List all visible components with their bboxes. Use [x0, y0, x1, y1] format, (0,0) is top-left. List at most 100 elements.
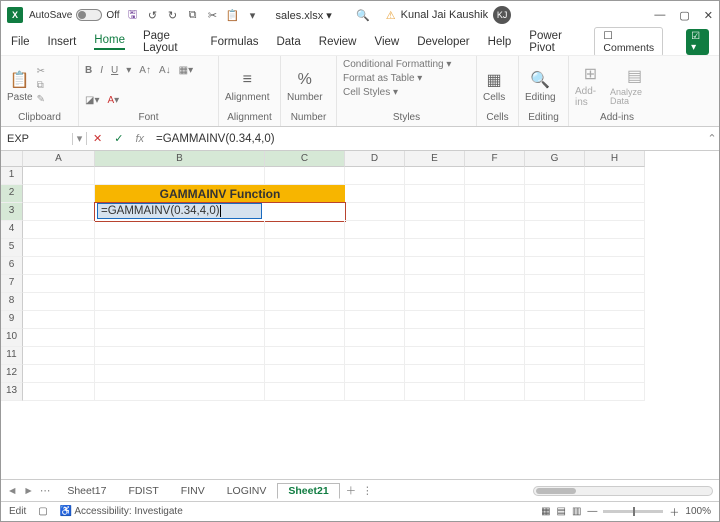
cell[interactable]	[265, 275, 345, 293]
tab-insert[interactable]: Insert	[48, 36, 77, 48]
alignment-button[interactable]: ≡ Alignment	[225, 69, 269, 103]
zoom-out-icon[interactable]: —	[587, 506, 597, 517]
row-header[interactable]: 4	[1, 221, 23, 239]
cell[interactable]	[525, 221, 585, 239]
cell[interactable]	[95, 293, 265, 311]
tab-file[interactable]: File	[11, 36, 30, 48]
cell[interactable]	[23, 203, 95, 221]
cell[interactable]	[525, 311, 585, 329]
cell[interactable]	[405, 329, 465, 347]
cell[interactable]	[525, 167, 585, 185]
row-header[interactable]: 7	[1, 275, 23, 293]
cell[interactable]	[585, 365, 645, 383]
fx-icon[interactable]: fx	[129, 133, 150, 145]
cell[interactable]	[345, 365, 405, 383]
cell[interactable]	[265, 365, 345, 383]
horizontal-scrollbar[interactable]	[533, 486, 713, 496]
font-size-up-icon[interactable]: A↑	[139, 65, 151, 76]
italic-icon[interactable]: I	[100, 65, 103, 76]
view-normal-icon[interactable]: ▦	[541, 506, 550, 517]
cell[interactable]	[23, 221, 95, 239]
cell[interactable]	[465, 203, 525, 221]
enter-icon[interactable]: ✓	[108, 132, 129, 145]
expand-formula-bar-icon[interactable]: ⌃	[705, 132, 719, 145]
zoom-slider[interactable]	[603, 510, 663, 513]
column-header[interactable]: F	[465, 151, 525, 167]
worksheet-grid[interactable]: ABCDEFGH12GAMMAINV Function3=GAMMAINV(0.…	[1, 151, 719, 479]
addins-button[interactable]: ⊞ Add-ins	[575, 63, 606, 108]
cell[interactable]	[345, 185, 405, 203]
cell[interactable]	[585, 221, 645, 239]
cell[interactable]	[585, 347, 645, 365]
cell[interactable]	[265, 329, 345, 347]
conditional-formatting-button[interactable]: Conditional Formatting ▾	[343, 59, 451, 70]
column-header[interactable]: H	[585, 151, 645, 167]
copy-icon[interactable]: ⧉	[186, 8, 200, 22]
cell[interactable]	[265, 293, 345, 311]
cell[interactable]	[345, 383, 405, 401]
cell[interactable]	[95, 167, 265, 185]
cell[interactable]	[585, 203, 645, 221]
tab-formulas[interactable]: Formulas	[211, 36, 259, 48]
cell[interactable]	[345, 347, 405, 365]
border-icon[interactable]: ▦▾	[179, 65, 193, 76]
cell[interactable]	[465, 311, 525, 329]
cell[interactable]	[405, 365, 465, 383]
cell[interactable]	[265, 383, 345, 401]
cell[interactable]	[525, 293, 585, 311]
sheet-tab[interactable]: Sheet21	[277, 483, 339, 499]
bold-icon[interactable]: B	[85, 65, 92, 76]
cell[interactable]	[265, 167, 345, 185]
cell[interactable]	[465, 221, 525, 239]
cell[interactable]	[95, 311, 265, 329]
cell[interactable]	[585, 185, 645, 203]
cell[interactable]	[345, 329, 405, 347]
cell[interactable]	[585, 329, 645, 347]
cell[interactable]	[95, 257, 265, 275]
cell[interactable]	[95, 221, 265, 239]
column-header[interactable]: B	[95, 151, 265, 167]
zoom-level[interactable]: 100%	[685, 506, 711, 517]
cell[interactable]	[23, 383, 95, 401]
cell[interactable]	[265, 257, 345, 275]
active-cell-editor[interactable]: =GAMMAINV(0.34,4,0)	[97, 203, 262, 219]
column-header[interactable]: D	[345, 151, 405, 167]
cell[interactable]	[465, 257, 525, 275]
sheet-tab[interactable]: LOGINV	[216, 483, 278, 499]
tab-home[interactable]: Home	[94, 34, 125, 50]
cell[interactable]	[265, 221, 345, 239]
row-header[interactable]: 12	[1, 365, 23, 383]
minimize-icon[interactable]: —	[654, 9, 665, 22]
cell[interactable]	[95, 347, 265, 365]
tab-power-pivot[interactable]: Power Pivot	[529, 30, 576, 54]
cell[interactable]	[95, 365, 265, 383]
cell[interactable]	[465, 185, 525, 203]
cell[interactable]	[585, 167, 645, 185]
cell[interactable]	[345, 167, 405, 185]
number-button[interactable]: % Number	[287, 69, 323, 103]
cell[interactable]	[405, 203, 465, 221]
font-color-icon[interactable]: A▾	[107, 95, 119, 106]
cancel-icon[interactable]: ✕	[87, 132, 108, 145]
cell[interactable]	[345, 293, 405, 311]
cell[interactable]	[585, 239, 645, 257]
cell[interactable]	[525, 185, 585, 203]
sheet-tab[interactable]: FDIST	[117, 483, 169, 499]
row-header[interactable]: 5	[1, 239, 23, 257]
cell[interactable]	[405, 221, 465, 239]
cell[interactable]	[465, 347, 525, 365]
sheet-tab[interactable]: Sheet17	[56, 483, 117, 499]
name-box-dropdown-icon[interactable]: ▾	[73, 132, 87, 145]
row-header[interactable]: 1	[1, 167, 23, 185]
analyze-data-button[interactable]: ▤ Analyze Data	[610, 65, 659, 106]
save-icon[interactable]: 🖫	[126, 8, 140, 22]
view-page-icon[interactable]: ▤	[557, 506, 566, 517]
cell[interactable]	[23, 365, 95, 383]
format-as-table-button[interactable]: Format as Table ▾	[343, 73, 422, 84]
font-size-down-icon[interactable]: A↓	[159, 65, 171, 76]
cell[interactable]	[585, 275, 645, 293]
comments-button[interactable]: ☐ Comments	[594, 27, 663, 57]
column-header[interactable]: E	[405, 151, 465, 167]
cell[interactable]	[345, 311, 405, 329]
cell[interactable]	[525, 329, 585, 347]
